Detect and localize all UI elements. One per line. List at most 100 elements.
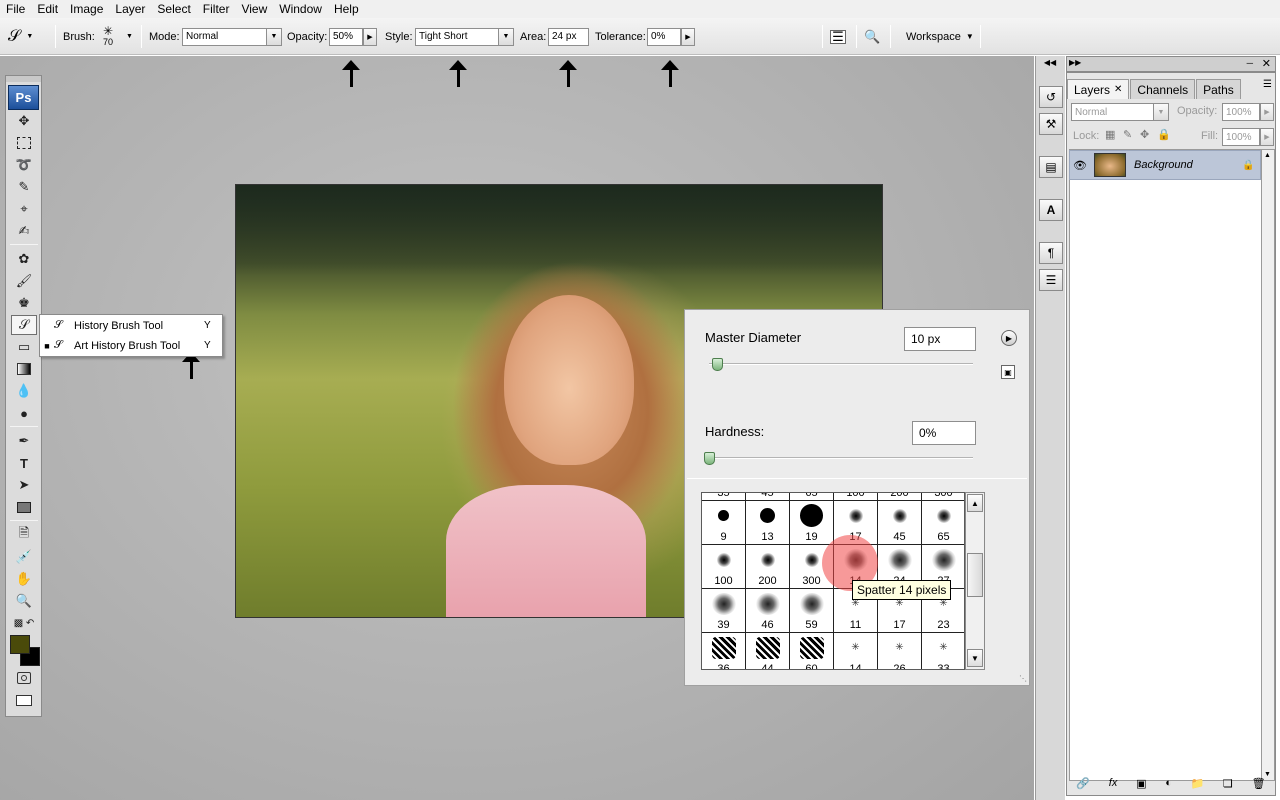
flyout-art-history-brush-tool[interactable]: ■ 𝒮 Art History Brush Tool Y	[40, 336, 222, 355]
bridge-icon[interactable]: 🔍	[864, 29, 880, 45]
brush-preset-cell[interactable]: 44	[746, 633, 790, 669]
lock-position-icon[interactable]: ✥	[1140, 128, 1149, 141]
brush-preset-cell[interactable]: 19	[790, 501, 834, 545]
master-diameter-slider-knob[interactable]	[711, 358, 723, 371]
resize-grip-icon[interactable]: ⋱	[1019, 674, 1027, 683]
brush-preset-cell[interactable]: 65	[790, 493, 834, 501]
brush-preset-cell[interactable]: ✳ 26	[878, 633, 922, 669]
dodge-tool-icon[interactable]: ●	[11, 403, 37, 423]
menu-filter[interactable]: Filter	[197, 0, 236, 18]
menu-help[interactable]: Help	[328, 0, 365, 18]
adjustment-layer-icon[interactable]: ◐	[1165, 777, 1172, 789]
brush-preset-cell[interactable]: ✳ 33	[922, 633, 964, 669]
blur-tool-icon[interactable]: 💧	[11, 381, 37, 401]
brush-preset-cell[interactable]: 39	[702, 589, 746, 633]
brush-preset-cell[interactable]: 200	[746, 545, 790, 589]
minimize-panel-icon[interactable]: ─	[1247, 58, 1253, 68]
visibility-eye-icon[interactable]: 👁	[1070, 159, 1090, 172]
close-panel-icon[interactable]: ✕	[1262, 57, 1271, 70]
tab-layers[interactable]: Layers ✕	[1067, 79, 1130, 99]
master-diameter-input[interactable]: 10 px	[904, 327, 976, 351]
lock-transparent-icon[interactable]: ▦	[1105, 128, 1115, 141]
zoom-tool-icon[interactable]: 🔍	[11, 591, 37, 611]
pen-tool-icon[interactable]: ✒	[11, 431, 37, 451]
path-selection-tool-icon[interactable]: ➤	[11, 475, 37, 495]
brush-preset-cell[interactable]: 36	[702, 633, 746, 669]
lock-all-icon[interactable]: 🔒	[1157, 128, 1171, 141]
area-input[interactable]: 24 px	[548, 27, 589, 46]
history-brush-tool-icon[interactable]: 𝒮	[11, 315, 37, 335]
screen-mode-icon[interactable]	[11, 690, 37, 710]
lasso-tool-icon[interactable]: ➰	[11, 155, 37, 175]
brush-preset-cell[interactable]: ✳ 14	[834, 633, 878, 669]
menu-select[interactable]: Select	[151, 0, 196, 18]
new-layer-icon[interactable]: ❏	[1223, 777, 1233, 790]
menu-view[interactable]: View	[235, 0, 273, 18]
tab-channels[interactable]: Channels	[1130, 79, 1196, 99]
scroll-down-icon[interactable]: ▼	[967, 649, 983, 667]
toolbox-grip[interactable]	[6, 76, 41, 82]
gradient-tool-icon[interactable]	[11, 359, 37, 379]
hardness-track[interactable]	[709, 457, 973, 459]
brush-preset-cell[interactable]: 59	[790, 589, 834, 633]
add-mask-icon[interactable]: ▣	[1136, 777, 1146, 790]
workspace-menu[interactable]: Workspace ▼	[906, 18, 974, 55]
lock-image-icon[interactable]: ✎	[1123, 128, 1132, 141]
brush-tool-icon[interactable]: 🖌	[11, 271, 37, 291]
menu-image[interactable]: Image	[64, 0, 109, 18]
photoshop-logo[interactable]: Ps	[8, 85, 39, 110]
mode-select[interactable]: Normal ▼	[182, 27, 282, 46]
new-preset-icon[interactable]: ▣	[1001, 365, 1015, 379]
opacity-input[interactable]: 50%	[329, 27, 363, 46]
tolerance-input[interactable]: 0%	[647, 27, 681, 46]
move-tool-icon[interactable]: ✥	[11, 111, 37, 131]
hardness-input[interactable]: 0%	[912, 421, 976, 445]
menu-file[interactable]: File	[0, 0, 31, 18]
layer-list-scrollbar[interactable]: ▲ ▼	[1261, 149, 1275, 781]
fill-input[interactable]: 100%	[1222, 128, 1260, 146]
shape-tool-icon[interactable]	[11, 497, 37, 517]
chevron-down-icon[interactable]: ▼	[126, 33, 133, 40]
layers-panel-titlebar[interactable]: ─ ✕ ▶▶	[1066, 56, 1276, 72]
brush-preset-cell[interactable]: 45	[878, 501, 922, 545]
brush-preset-cell[interactable]: 65	[922, 501, 964, 545]
eraser-tool-icon[interactable]: ▭	[11, 337, 37, 357]
crop-tool-icon[interactable]: ⌖	[11, 199, 37, 219]
brush-preset-cell[interactable]: 300	[922, 493, 964, 501]
brush-preset-cell[interactable]: 200	[878, 493, 922, 501]
brush-preset-cell[interactable]: 45	[746, 493, 790, 501]
fill-slider-button[interactable]: ▶	[1260, 128, 1274, 146]
brush-preset-cell[interactable]: 46	[746, 589, 790, 633]
flyout-history-brush-tool[interactable]: 𝒮 History Brush Tool Y	[40, 316, 222, 335]
tab-paths[interactable]: Paths	[1196, 79, 1241, 99]
brush-preset-cell[interactable]: 35	[702, 493, 746, 501]
blend-mode-select[interactable]: Normal ▼	[1071, 103, 1169, 121]
scroll-up-icon[interactable]: ▲	[967, 494, 983, 512]
hand-tool-icon[interactable]: ✋	[11, 569, 37, 589]
paragraph-panel-icon[interactable]: ¶	[1039, 242, 1063, 264]
foreground-color-swatch[interactable]	[10, 635, 30, 654]
brush-preset-cell[interactable]: 60	[790, 633, 834, 669]
magic-wand-tool-icon[interactable]: ✎	[11, 177, 37, 197]
info-panel-icon[interactable]: ☰	[1039, 269, 1063, 291]
close-tab-icon[interactable]: ✕	[1114, 84, 1122, 95]
tool-presets-panel-icon[interactable]: ⚒	[1039, 113, 1063, 135]
brush-preset-cell[interactable]: 9	[702, 501, 746, 545]
marquee-tool-icon[interactable]	[11, 133, 37, 153]
panel-menu-icon[interactable]: ☰	[1263, 79, 1275, 99]
layer-opacity-input[interactable]: 100%	[1222, 103, 1260, 121]
notes-tool-icon[interactable]: 🗎	[11, 525, 37, 545]
scrollbar-thumb[interactable]	[967, 553, 983, 597]
history-panel-icon[interactable]: ↺	[1039, 86, 1063, 108]
brush-preset-button[interactable]: ✳ 70	[103, 18, 113, 55]
layer-opacity-slider-button[interactable]: ▶	[1260, 103, 1274, 121]
brush-preset-cell[interactable]: 13	[746, 501, 790, 545]
hardness-slider-knob[interactable]	[704, 452, 715, 465]
brush-preset-cell[interactable]: 100	[834, 493, 878, 501]
quick-mask-icon[interactable]	[11, 668, 37, 688]
menu-layer[interactable]: Layer	[109, 0, 151, 18]
opacity-slider-button[interactable]: ▶	[363, 27, 377, 46]
master-diameter-track[interactable]	[709, 363, 973, 365]
brush-grid-scrollbar[interactable]: ▲ ▼	[965, 492, 985, 670]
tolerance-slider-button[interactable]: ▶	[681, 27, 695, 46]
